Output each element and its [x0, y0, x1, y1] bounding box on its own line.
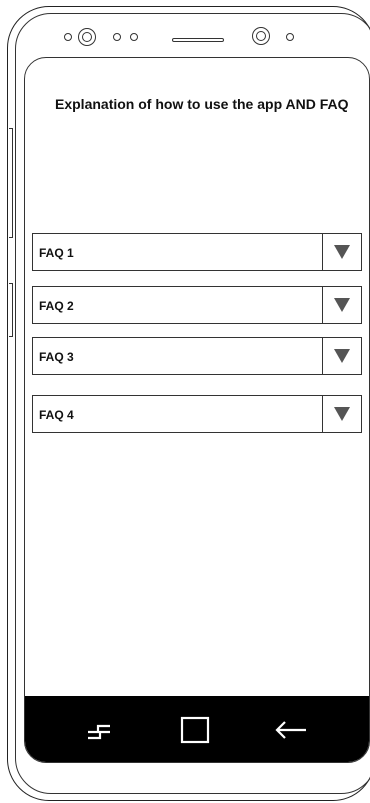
faq-item-3[interactable]: FAQ 3	[32, 337, 362, 375]
home-button[interactable]	[177, 714, 213, 746]
chevron-down-icon	[334, 245, 350, 259]
back-button[interactable]	[273, 714, 309, 746]
camera-lens-inner	[82, 32, 92, 42]
page-intro-text: Explanation of how to use the app AND FA…	[55, 96, 349, 112]
expand-toggle[interactable]	[322, 287, 361, 323]
sensor-dot	[286, 33, 294, 41]
faq-item-label: FAQ 4	[39, 408, 74, 422]
sensor-dot	[64, 33, 72, 41]
proximity-sensor-inner	[256, 31, 266, 41]
recent-apps-button[interactable]	[81, 714, 117, 746]
expand-toggle[interactable]	[322, 234, 361, 270]
faq-item-1[interactable]: FAQ 1	[32, 233, 362, 271]
back-icon	[275, 721, 306, 739]
expand-toggle[interactable]	[322, 396, 361, 432]
screen: Explanation of how to use the app AND FA…	[24, 57, 370, 763]
sensor-dot	[113, 33, 121, 41]
navigation-bar	[25, 696, 369, 762]
faq-item-4[interactable]: FAQ 4	[32, 395, 362, 433]
expand-toggle[interactable]	[322, 338, 361, 374]
chevron-down-icon	[334, 407, 350, 421]
faq-item-2[interactable]: FAQ 2	[32, 286, 362, 324]
faq-item-label: FAQ 1	[39, 246, 74, 260]
power-button	[9, 283, 13, 337]
faq-item-label: FAQ 2	[39, 299, 74, 313]
volume-button	[9, 128, 13, 238]
sensor-dot	[130, 33, 138, 41]
chevron-down-icon	[334, 298, 350, 312]
home-icon	[180, 716, 210, 744]
earpiece-speaker	[172, 38, 224, 42]
recent-apps-icon	[88, 724, 110, 740]
faq-item-label: FAQ 3	[39, 350, 74, 364]
chevron-down-icon	[334, 349, 350, 363]
